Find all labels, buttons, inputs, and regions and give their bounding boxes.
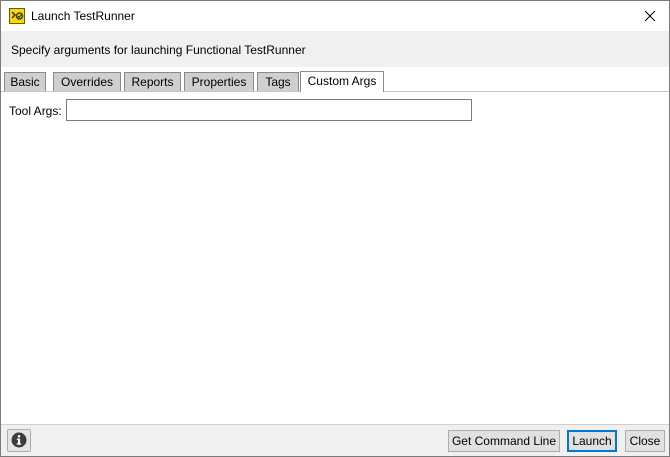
tab-tags[interactable]: Tags — [257, 72, 299, 91]
tab-properties[interactable]: Properties — [184, 72, 254, 91]
launch-testrunner-dialog: Launch TestRunner Specify arguments for … — [0, 0, 670, 457]
tab-reports[interactable]: Reports — [124, 72, 181, 91]
title-bar: Launch TestRunner — [1, 1, 669, 31]
tab-strip: Basic Overrides Reports Properties Tags … — [4, 71, 666, 92]
get-command-line-button[interactable]: Get Command Line — [448, 430, 560, 452]
dialog-footer: Get Command Line Launch Close — [1, 425, 669, 456]
tab-overrides[interactable]: Overrides — [53, 72, 121, 91]
info-button[interactable] — [7, 429, 31, 452]
dialog-header: Specify arguments for launching Function… — [1, 31, 669, 67]
close-icon[interactable] — [639, 5, 661, 27]
testrunner-app-icon — [9, 8, 25, 24]
window-title: Launch TestRunner — [31, 9, 135, 23]
custom-args-panel: Tool Args: — [1, 92, 669, 424]
tool-args-label: Tool Args: — [9, 104, 62, 118]
close-button[interactable]: Close — [625, 430, 665, 452]
tool-args-input[interactable] — [66, 99, 472, 121]
tab-basic[interactable]: Basic — [4, 72, 46, 91]
launch-button[interactable]: Launch — [567, 430, 617, 452]
tab-custom-args[interactable]: Custom Args — [300, 71, 384, 92]
info-icon — [11, 432, 27, 448]
header-description: Specify arguments for launching Function… — [11, 43, 306, 57]
